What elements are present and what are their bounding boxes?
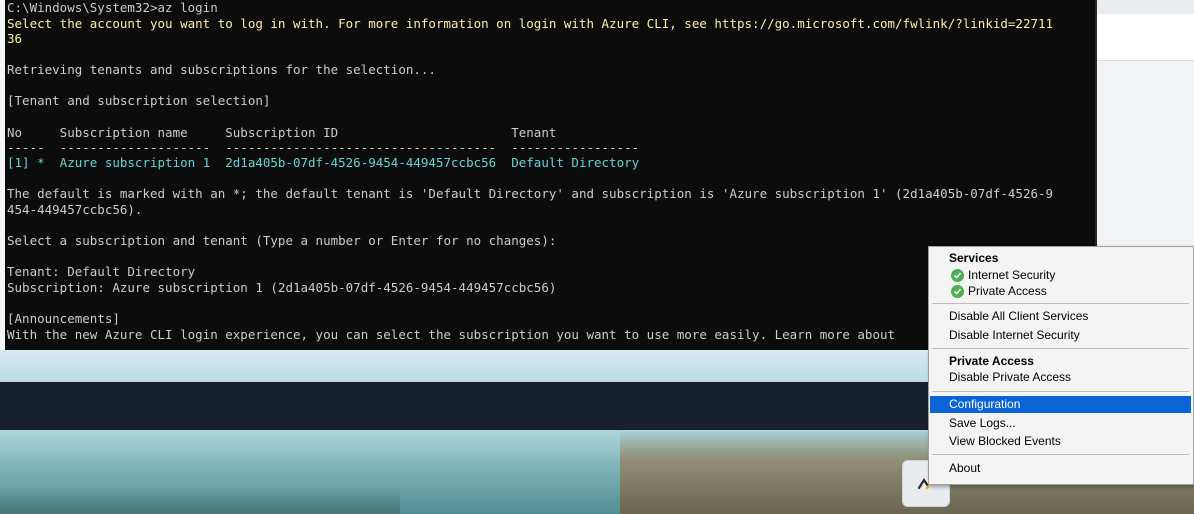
private-access-status-label: Private Access	[968, 284, 1047, 298]
terminal-line: Retrieving tenants and subscriptions for…	[7, 62, 436, 77]
disable-internet-security-item[interactable]: Disable Internet Security	[930, 327, 1191, 344]
terminal-line: Select the account you want to log in wi…	[7, 16, 1054, 31]
terminal-line: 454-449457ccbc56).	[7, 202, 143, 217]
terminal-line: 36	[7, 31, 23, 46]
view-blocked-events-item[interactable]: View Blocked Events	[930, 433, 1191, 450]
menu-separator	[932, 391, 1189, 392]
desktop-wallpaper-foreground	[0, 488, 400, 514]
menu-separator	[932, 348, 1189, 349]
about-item[interactable]: About	[930, 460, 1191, 477]
private-access-header: Private Access	[949, 354, 1034, 368]
disable-private-access-item[interactable]: Disable Private Access	[930, 369, 1191, 386]
check-circle-icon	[951, 269, 964, 282]
terminal-line: No Subscription name Subscription ID Ten…	[7, 125, 557, 140]
terminal-line: [Announcements]	[7, 311, 120, 326]
configuration-item[interactable]: Configuration	[930, 396, 1191, 413]
menu-separator	[932, 303, 1189, 304]
terminal-line: [Tenant and subscription selection]	[7, 93, 271, 108]
menu-separator	[932, 454, 1189, 455]
check-circle-icon	[951, 285, 964, 298]
internet-security-status: Internet Security	[930, 267, 1191, 284]
disable-all-client-services-item[interactable]: Disable All Client Services	[930, 308, 1191, 325]
private-access-status: Private Access	[930, 283, 1191, 300]
background-window-titlebar	[1095, 0, 1194, 14]
services-header: Services	[949, 251, 999, 265]
terminal-line: With the new Azure CLI login experience,…	[7, 327, 896, 342]
background-window-toolbar	[1095, 14, 1194, 61]
tray-context-menu: Services Internet Security Private Acces…	[928, 246, 1194, 485]
internet-security-label: Internet Security	[968, 268, 1056, 282]
terminal-line: Subscription: Azure subscription 1 (2d1a…	[7, 280, 557, 295]
terminal-line: ----- -------------------- -------------…	[7, 140, 640, 155]
terminal-line: Select a subscription and tenant (Type a…	[7, 233, 557, 248]
save-logs-item[interactable]: Save Logs...	[930, 415, 1191, 432]
terminal-line: C:\Windows\System32>az login	[7, 0, 218, 15]
terminal-line: Tenant: Default Directory	[7, 264, 196, 279]
terminal-line: The default is marked with an *; the def…	[7, 186, 1054, 201]
terminal-line: [1] * Azure subscription 1 2d1a405b-07df…	[7, 155, 640, 170]
